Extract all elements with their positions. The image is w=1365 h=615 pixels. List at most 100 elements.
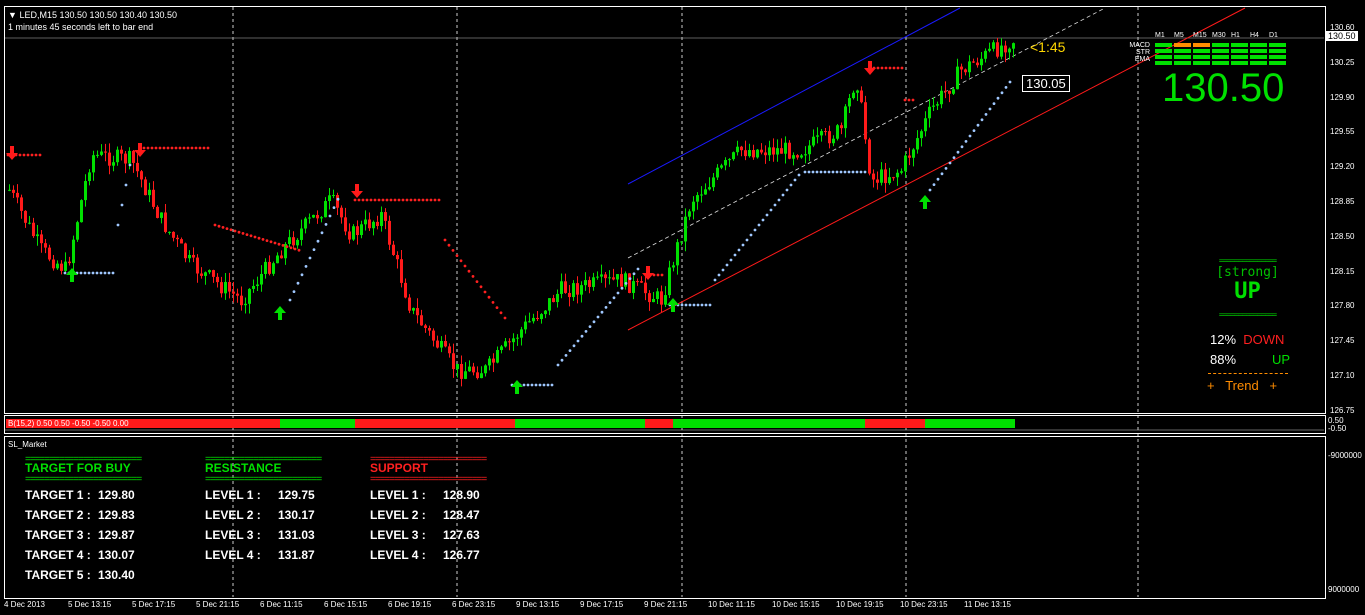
time-axis-label: 6 Dec 11:15 <box>260 600 303 609</box>
support-level-label: LEVEL 4 : <box>370 548 426 562</box>
buy-target-value: 130.07 <box>98 548 135 562</box>
signal-cell <box>1231 55 1248 59</box>
time-axis-label: 5 Dec 17:15 <box>132 600 176 609</box>
signal-cell <box>1174 43 1191 47</box>
price-axis-label: 127.45 <box>1330 336 1355 346</box>
buy-target-value: 129.87 <box>98 528 135 542</box>
support-level-label: LEVEL 2 : <box>370 508 426 522</box>
signal-cell <box>1155 49 1172 53</box>
price-axis-label: 129.90 <box>1330 92 1355 102</box>
time-axis-label: 9 Dec 13:15 <box>516 600 560 609</box>
indicator-labels: MACD STR EMA <box>1115 42 1150 63</box>
histogram-scale-low: -0.50 <box>1328 424 1347 433</box>
time-axis-label: 6 Dec 15:15 <box>324 600 368 609</box>
timeframe-m5: M5 <box>1174 32 1184 39</box>
signal-cell <box>1231 49 1248 53</box>
resistance-separator-bottom: ======================== <box>205 474 322 485</box>
resistance-level-value: 131.87 <box>278 548 315 562</box>
time-axis-label: 5 Dec 13:15 <box>68 600 112 609</box>
signal-cell <box>1155 61 1172 65</box>
signal-cell <box>1269 55 1286 59</box>
price-axis-label: 129.55 <box>1330 127 1355 137</box>
strength-panel: =============== [strong] UP ============… <box>1200 256 1295 319</box>
bar-timer: 1 minutes 45 seconds left to bar end <box>8 22 154 32</box>
signal-cell <box>1250 43 1267 47</box>
signal-cell <box>1231 61 1248 65</box>
countdown-label: <1:45 <box>1030 39 1066 55</box>
signal-cell <box>1269 43 1286 47</box>
resistance-level-label: LEVEL 1 : <box>205 488 261 502</box>
timeframe-m15: M15 <box>1193 32 1207 39</box>
trend-label: + Trend + <box>1207 378 1278 393</box>
signal-cell <box>1269 61 1286 65</box>
support-level-value: 128.90 <box>443 488 480 502</box>
signal-cell <box>1174 61 1191 65</box>
up-text: UP <box>1271 352 1290 367</box>
subwindow-frame <box>4 436 1326 599</box>
main-chart-frame <box>4 6 1326 414</box>
time-axis-label: 11 Dec 13:15 <box>964 600 1011 609</box>
signal-cell <box>1250 55 1267 59</box>
histogram-label: B(15,2) 0.50 0.50 -0.50 -0.50 0.00 <box>8 419 129 428</box>
time-axis-label: 6 Dec 23:15 <box>452 600 496 609</box>
time-axis-label: 10 Dec 23:15 <box>900 600 948 609</box>
support-level-value: 127.63 <box>443 528 480 542</box>
buy-separator-bottom: ======================== <box>25 474 142 485</box>
timeframe-h1: H1 <box>1231 32 1240 39</box>
current-price-tag: 130.50 <box>1326 31 1358 41</box>
buy-target-label: TARGET 3 : <box>25 528 91 542</box>
signal-cell <box>1193 49 1210 53</box>
price-axis-label: 127.10 <box>1330 371 1355 380</box>
signal-cell <box>1155 43 1172 47</box>
up-stat: 88% UP <box>1210 352 1290 367</box>
time-axis-label: 5 Dec 21:15 <box>196 600 240 609</box>
price-label-box: 130.05 <box>1022 75 1070 92</box>
buy-target-value: 129.83 <box>98 508 135 522</box>
signal-cell <box>1231 43 1248 47</box>
dropdown-triangle-icon[interactable]: ▼ <box>8 10 17 20</box>
signal-cell <box>1193 61 1210 65</box>
signal-cell <box>1250 61 1267 65</box>
signal-cell <box>1250 49 1267 53</box>
resistance-level-label: LEVEL 2 : <box>205 508 261 522</box>
signal-cell <box>1193 43 1210 47</box>
timeframe-m30: M30 <box>1212 32 1226 39</box>
indicator-ema: EMA <box>1134 56 1150 63</box>
buy-target-value: 129.80 <box>98 488 135 502</box>
symbol-line: LED,M15 130.50 130.50 130.40 130.50 <box>19 10 178 20</box>
support-level-value: 126.77 <box>443 548 480 562</box>
resistance-level-label: LEVEL 3 : <box>205 528 261 542</box>
signal-cell <box>1212 61 1229 65</box>
support-title: SUPPORT <box>370 461 429 475</box>
signal-cell <box>1174 49 1191 53</box>
support-level-label: LEVEL 1 : <box>370 488 426 502</box>
price-axis-label: 127.80 <box>1330 301 1355 311</box>
resistance-level-value: 131.03 <box>278 528 315 542</box>
signal-cell <box>1155 55 1172 59</box>
timeframe-h4: H4 <box>1250 32 1259 39</box>
price-axis-label: 128.85 <box>1330 197 1355 206</box>
signal-cell <box>1193 55 1210 59</box>
time-axis-label: 6 Dec 19:15 <box>388 600 432 609</box>
support-separator-bottom: ======================== <box>370 474 487 485</box>
buy-target-value: 130.40 <box>98 568 135 582</box>
signal-cell <box>1212 43 1229 47</box>
histogram-frame <box>4 415 1326 434</box>
timeframe-d1: D1 <box>1269 32 1278 39</box>
panel-separator-top: =============== <box>1218 256 1277 265</box>
down-stat: 12% DOWN <box>1210 332 1284 347</box>
support-level-label: LEVEL 3 : <box>370 528 426 542</box>
buy-target-label: TARGET 5 : <box>25 568 91 582</box>
subwindow-name: SL_Market <box>8 440 47 449</box>
strength-label: [strong] <box>1216 265 1279 280</box>
trend-divider <box>1208 373 1288 374</box>
time-axis-label: 10 Dec 11:15 <box>708 600 755 609</box>
timeframe-header: M1 M5 M15 M30 H1 H4 D1 <box>1155 32 1288 39</box>
big-price: 130.50 <box>1162 66 1285 110</box>
resistance-level-label: LEVEL 4 : <box>205 548 261 562</box>
time-axis-label: 10 Dec 19:15 <box>836 600 884 609</box>
signal-cell <box>1174 55 1191 59</box>
indicator-macd: MACD <box>1129 42 1150 49</box>
buy-target-label: TARGET 2 : <box>25 508 91 522</box>
time-axis-label: 4 Dec 2013 <box>4 600 45 609</box>
